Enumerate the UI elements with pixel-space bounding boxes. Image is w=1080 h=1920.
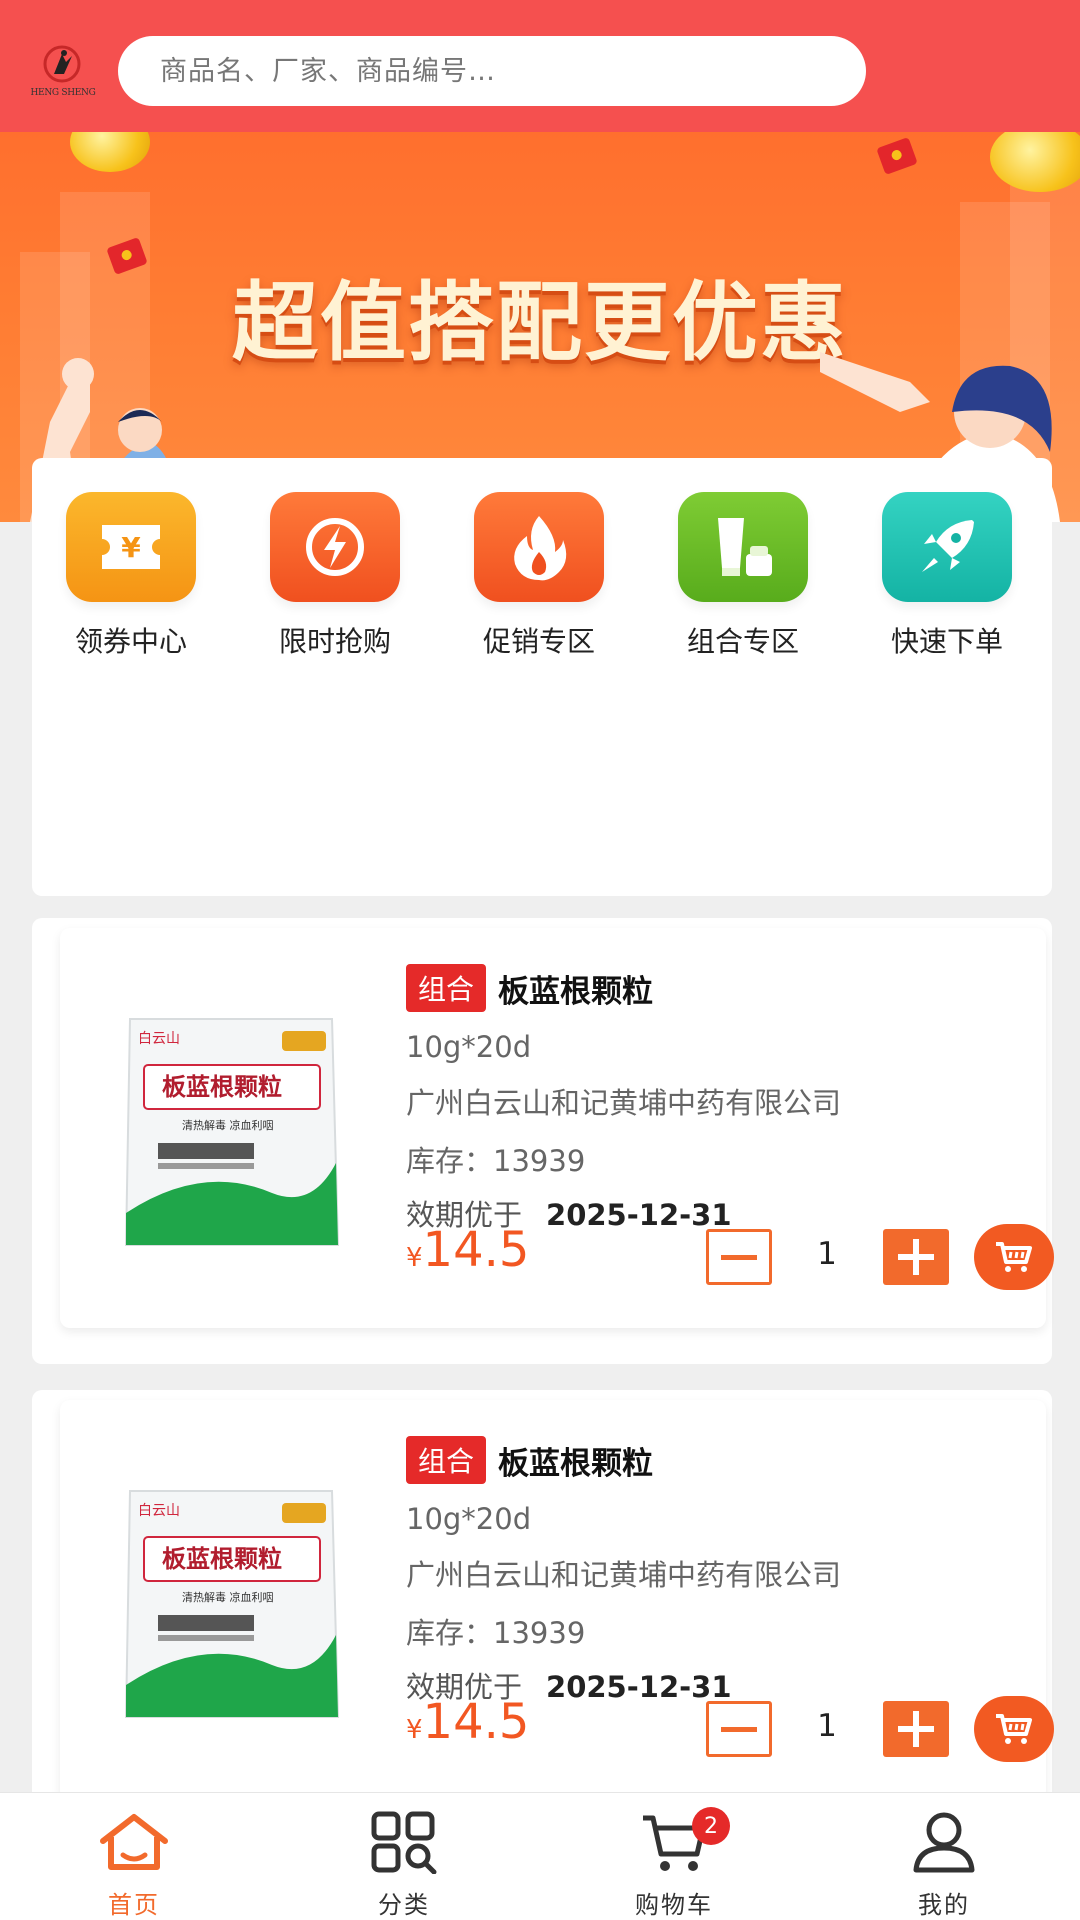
- menu-label: 限时抢购: [278, 625, 391, 658]
- stock-label: 库存：: [406, 1144, 494, 1178]
- red-envelope-decoration: [876, 137, 918, 175]
- price-value: 14.5: [422, 1222, 530, 1278]
- flame-icon: [474, 492, 604, 602]
- product-info: 组合 板蓝根颗粒 10g*20d 广州白云山和记黄埔中药有限公司 库存：13939…: [406, 1436, 841, 1706]
- menu-label: 领券中心: [74, 625, 187, 658]
- product-name[interactable]: 板蓝根颗粒: [498, 1438, 653, 1483]
- coupon-icon: ¥: [66, 492, 196, 602]
- product-image[interactable]: 白云山 板蓝根颗粒 清热解毒 凉血利咽: [122, 1485, 340, 1725]
- menu-item-promotion[interactable]: 促销专区: [464, 492, 614, 660]
- lightning-icon: [270, 492, 400, 602]
- expiry-date: 2025-12-31: [546, 1670, 732, 1704]
- svg-text:板蓝根颗粒: 板蓝根颗粒: [162, 1545, 282, 1573]
- quantity-decrease-button[interactable]: [706, 1701, 772, 1757]
- product-image[interactable]: 白云山 板蓝根颗粒 清热解毒 凉血利咽: [122, 1013, 340, 1253]
- svg-text:白云山: 白云山: [138, 1503, 180, 1519]
- product-card[interactable]: 白云山 板蓝根颗粒 清热解毒 凉血利咽 组合 板蓝根颗粒 10g*20d 广州白云…: [32, 918, 1054, 1364]
- menu-item-coupon-center[interactable]: ¥ 领券中心: [56, 492, 206, 660]
- expiry-date: 2025-12-31: [546, 1198, 732, 1232]
- logo-text: HENG SHENG: [30, 88, 96, 98]
- bottom-tab-bar: 首页 分类 2 购物车 我的: [0, 1792, 1080, 1920]
- tab-label: 分类: [378, 1891, 430, 1919]
- price-value: 14.5: [422, 1694, 530, 1750]
- category-icon: [371, 1811, 437, 1874]
- currency-symbol: ¥: [406, 1715, 423, 1745]
- currency-symbol: ¥: [406, 1243, 423, 1273]
- quantity-value[interactable]: 1: [792, 1236, 862, 1272]
- menu-item-combo[interactable]: 组合专区: [668, 492, 818, 660]
- products-icon: [678, 492, 808, 602]
- tab-category[interactable]: 分类: [304, 1807, 504, 1920]
- combo-tag: 组合: [406, 964, 487, 1012]
- product-price: ¥14.5: [406, 1222, 529, 1278]
- tab-label: 首页: [108, 1891, 160, 1919]
- product-spec: 10g*20d: [406, 1502, 532, 1536]
- menu-item-flash-sale[interactable]: 限时抢购: [260, 492, 410, 660]
- quick-menu-card: ¥ 领券中心 限时抢购 促销专区 组合专区 快速下单: [32, 458, 1052, 896]
- product-stock: 库存：13939: [406, 1610, 841, 1652]
- product-spec: 10g*20d: [406, 1030, 532, 1064]
- tab-cart[interactable]: 2 购物车: [574, 1807, 774, 1920]
- product-name[interactable]: 板蓝根颗粒: [498, 966, 653, 1011]
- app-logo[interactable]: HENG SHENG: [28, 44, 98, 104]
- user-icon: [913, 1812, 975, 1873]
- product-price: ¥14.5: [406, 1694, 529, 1750]
- stock-value: 13939: [493, 1616, 586, 1650]
- menu-label: 促销专区: [482, 625, 595, 658]
- svg-text:白云山: 白云山: [138, 1031, 180, 1047]
- svg-text:¥: ¥: [121, 531, 141, 564]
- home-icon: [100, 1814, 168, 1870]
- tab-label: 购物车: [635, 1891, 713, 1919]
- stock-label: 库存：: [406, 1616, 494, 1650]
- svg-text:清热解毒 凉血利咽: 清热解毒 凉血利咽: [182, 1590, 274, 1604]
- menu-item-quick-order[interactable]: 快速下单: [872, 492, 1022, 660]
- search-bar[interactable]: [118, 36, 866, 106]
- minus-icon: [721, 1254, 757, 1260]
- quantity-decrease-button[interactable]: [706, 1229, 772, 1285]
- coin-decoration: [990, 132, 1080, 192]
- rocket-icon: [882, 492, 1012, 602]
- menu-label: 快速下单: [890, 625, 1003, 658]
- product-stock: 库存：13939: [406, 1138, 841, 1180]
- svg-text:板蓝根颗粒: 板蓝根颗粒: [162, 1073, 282, 1101]
- product-card[interactable]: 白云山 板蓝根颗粒 清热解毒 凉血利咽 组合 板蓝根颗粒 10g*20d 广州白云…: [32, 1390, 1054, 1830]
- svg-text:清热解毒 凉血利咽: 清热解毒 凉血利咽: [182, 1118, 274, 1132]
- quantity-increase-button[interactable]: [883, 1701, 949, 1757]
- stock-value: 13939: [493, 1144, 586, 1178]
- menu-label: 组合专区: [686, 625, 799, 658]
- tab-profile[interactable]: 我的: [844, 1807, 1044, 1920]
- top-header: HENG SHENG: [0, 0, 1080, 132]
- quantity-increase-button[interactable]: [883, 1229, 949, 1285]
- product-info: 组合 板蓝根颗粒 10g*20d 广州白云山和记黄埔中药有限公司 库存：13939…: [406, 964, 841, 1234]
- cart-count-badge: 2: [692, 1807, 730, 1845]
- coin-decoration: [70, 132, 150, 172]
- search-input[interactable]: [160, 55, 800, 87]
- quantity-value[interactable]: 1: [792, 1708, 862, 1744]
- product-manufacturer: 广州白云山和记黄埔中药有限公司: [406, 1558, 842, 1592]
- tab-label: 我的: [918, 1891, 970, 1919]
- logo-mark-icon: [43, 45, 81, 83]
- cart-icon: [996, 1714, 1032, 1744]
- cart-icon: [996, 1242, 1032, 1272]
- product-manufacturer: 广州白云山和记黄埔中药有限公司: [406, 1086, 842, 1120]
- add-to-cart-button[interactable]: [974, 1696, 1054, 1762]
- combo-tag: 组合: [406, 1436, 487, 1484]
- minus-icon: [721, 1726, 757, 1732]
- add-to-cart-button[interactable]: [974, 1224, 1054, 1290]
- tab-home[interactable]: 首页: [34, 1807, 234, 1920]
